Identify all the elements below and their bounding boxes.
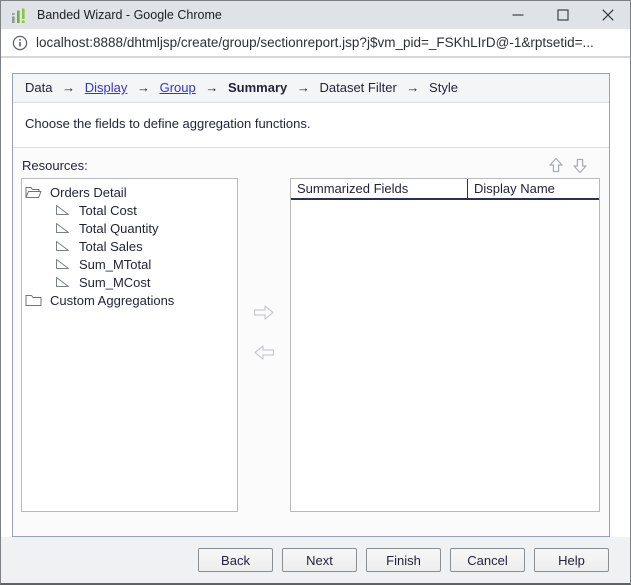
- resources-tree[interactable]: Orders Detail Total Cost Total Quantity: [21, 178, 238, 512]
- column-header-summarized-fields: Summarized Fields: [291, 179, 468, 198]
- move-down-button[interactable]: [572, 157, 588, 174]
- tree-item-label: Total Quantity: [79, 221, 159, 236]
- url-text[interactable]: localhost:8888/dhtmljsp/create/group/sec…: [36, 35, 594, 50]
- resources-header-row: Resources:: [13, 148, 609, 178]
- add-field-button[interactable]: [253, 304, 275, 321]
- tree-item-label: Orders Detail: [50, 185, 127, 200]
- wizard-main-area: Resources:: [13, 148, 609, 536]
- wizard-panel: Data → Display → Group → Summary → Datas…: [12, 73, 610, 537]
- finish-button[interactable]: Finish: [366, 548, 441, 572]
- breadcrumb-step-dataset-filter: Dataset Filter: [319, 80, 396, 95]
- breadcrumb-step-data: Data: [25, 80, 52, 95]
- breadcrumb-separator: →: [406, 80, 419, 95]
- page-info-icon[interactable]: [12, 35, 28, 51]
- breadcrumb-step-display[interactable]: Display: [85, 80, 128, 95]
- window-controls: [495, 1, 630, 29]
- resources-label: Resources:: [22, 158, 540, 173]
- folder-open-icon: [25, 186, 42, 199]
- tree-item-label: Sum_MTotal: [79, 257, 151, 272]
- breadcrumb-separator: →: [137, 80, 150, 95]
- window-title: Banded Wizard - Google Chrome: [37, 8, 222, 22]
- move-up-button[interactable]: [548, 157, 564, 174]
- tree-item-custom-aggregations[interactable]: Custom Aggregations: [22, 291, 237, 309]
- transfer-controls: [238, 178, 290, 512]
- minimize-button[interactable]: [495, 1, 540, 29]
- summary-field-icon: [55, 276, 70, 288]
- app-logo-icon: [10, 6, 27, 24]
- breadcrumb: Data → Display → Group → Summary → Datas…: [13, 74, 609, 103]
- tree-item-sum-mcost[interactable]: Sum_MCost: [22, 273, 237, 291]
- summarized-fields-table: Summarized Fields Display Name: [290, 178, 600, 512]
- title-bar: Banded Wizard - Google Chrome: [1, 1, 630, 29]
- close-button[interactable]: [585, 1, 630, 29]
- tree-item-label: Custom Aggregations: [50, 293, 174, 308]
- summary-field-icon: [55, 222, 70, 234]
- back-button[interactable]: Back: [198, 548, 273, 572]
- help-button[interactable]: Help: [534, 548, 609, 572]
- breadcrumb-separator: →: [205, 80, 218, 95]
- folder-closed-icon: [25, 294, 42, 307]
- address-bar[interactable]: localhost:8888/dhtmljsp/create/group/sec…: [1, 29, 630, 58]
- tree-item-label: Total Sales: [79, 239, 143, 254]
- tree-item-orders-detail[interactable]: Orders Detail: [22, 183, 237, 201]
- breadcrumb-separator: →: [62, 80, 75, 95]
- breadcrumb-step-summary: Summary: [228, 80, 287, 95]
- instruction-text: Choose the fields to define aggregation …: [13, 103, 609, 148]
- browser-window: Banded Wizard - Google Chrome localhost:…: [0, 0, 631, 585]
- breadcrumb-step-group[interactable]: Group: [160, 80, 196, 95]
- tree-item-label: Sum_MCost: [79, 275, 151, 290]
- column-header-display-name: Display Name: [468, 179, 599, 198]
- selection-panels: Orders Detail Total Cost Total Quantity: [21, 178, 600, 512]
- summary-field-icon: [55, 258, 70, 270]
- summary-field-icon: [55, 204, 70, 216]
- breadcrumb-separator: →: [297, 80, 310, 95]
- tree-item-sum-mtotal[interactable]: Sum_MTotal: [22, 255, 237, 273]
- remove-field-button[interactable]: [253, 344, 275, 361]
- tree-item-total-cost[interactable]: Total Cost: [22, 201, 237, 219]
- tree-item-label: Total Cost: [79, 203, 137, 218]
- tree-item-total-quantity[interactable]: Total Quantity: [22, 219, 237, 237]
- summary-field-icon: [55, 240, 70, 252]
- table-header-row: Summarized Fields Display Name: [291, 179, 599, 200]
- summarized-fields-list[interactable]: [291, 200, 599, 511]
- next-button[interactable]: Next: [282, 548, 357, 572]
- wizard-button-bar: Back Next Finish Cancel Help: [1, 537, 630, 583]
- breadcrumb-step-style: Style: [429, 80, 458, 95]
- tree-item-total-sales[interactable]: Total Sales: [22, 237, 237, 255]
- maximize-button[interactable]: [540, 1, 585, 29]
- cancel-button[interactable]: Cancel: [450, 548, 525, 572]
